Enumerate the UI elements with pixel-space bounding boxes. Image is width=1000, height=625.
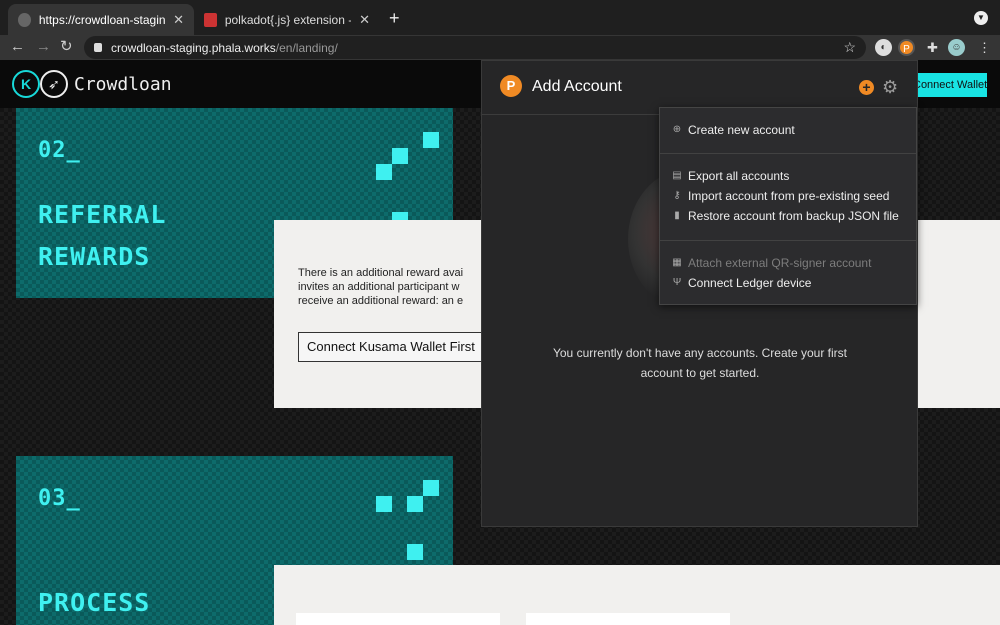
browser-toolbar: ← → ↻ crowdloan-staging.phala.works/en/l… <box>0 35 1000 60</box>
tab-crowdloan[interactable]: https://crowdloan-staging.phala ✕ <box>8 4 194 35</box>
browser-tab-bar: https://crowdloan-staging.phala ✕ polkad… <box>0 0 1000 35</box>
menu-attach-qr: ▦ Attach external QR-signer account <box>672 256 872 270</box>
gear-icon[interactable]: ⚙ <box>882 77 898 98</box>
close-tab-icon[interactable]: ✕ <box>173 12 184 28</box>
menu-export-accounts[interactable]: ▤ Export all accounts <box>672 169 789 183</box>
file-icon: ▮ <box>674 210 680 221</box>
extension-favicon-icon <box>204 12 217 27</box>
process-panel <box>274 565 1000 625</box>
plus-circle-icon: ⊕ <box>672 124 682 135</box>
url-host: crowdloan-staging.phala.works <box>111 40 276 55</box>
puzzle-icon[interactable]: ✚ <box>924 39 941 56</box>
polkadot-extension-icon[interactable]: P <box>898 39 915 56</box>
section-title: REFERRAL <box>38 200 167 229</box>
new-tab-button[interactable]: + <box>389 9 400 27</box>
empty-accounts-message: You currently don't have any accounts. C… <box>552 346 847 380</box>
pixel-decoration <box>423 480 439 496</box>
pixel-decoration <box>407 496 423 512</box>
pixel-decoration <box>407 544 423 560</box>
extension-icon[interactable]: ◐ <box>875 39 892 56</box>
menu-restore-json[interactable]: ▮ Restore account from backup JSON file <box>672 209 899 223</box>
section-number: 03_ <box>38 486 81 511</box>
globe-icon <box>18 12 31 27</box>
polkadot-logo-icon: P <box>500 75 522 97</box>
section-title: REWARDS <box>38 242 151 271</box>
section-title: PROCESS <box>38 588 151 617</box>
menu-connect-ledger[interactable]: Ψ Connect Ledger device <box>672 276 812 290</box>
tab-title: polkadot{.js} extension - Chrom <box>224 12 351 27</box>
process-step-box <box>296 613 500 625</box>
export-icon: ▤ <box>672 170 682 181</box>
khala-logo-icon: K <box>12 70 40 98</box>
reload-icon[interactable]: ↻ <box>60 38 73 56</box>
avatar[interactable]: ☺ <box>948 39 965 56</box>
connect-kusama-button[interactable]: Connect Kusama Wallet First <box>298 332 488 362</box>
add-account-menu: ⊕ Create new account ▤ Export all accoun… <box>659 107 917 305</box>
bookmark-star-icon[interactable]: ☆ <box>843 39 856 56</box>
back-icon[interactable]: ← <box>10 38 25 56</box>
section-number: 02_ <box>38 138 81 163</box>
tab-polkadot-extension[interactable]: polkadot{.js} extension - Chrom ✕ <box>194 4 380 35</box>
pixel-decoration <box>392 148 408 164</box>
close-tab-icon[interactable]: ✕ <box>359 12 370 28</box>
process-step-box <box>526 613 730 625</box>
menu-divider <box>660 153 916 154</box>
add-account-icon[interactable]: + <box>859 80 874 95</box>
menu-divider <box>660 240 916 241</box>
popup-title: Add Account <box>532 78 622 95</box>
brand-name: Crowdloan <box>74 74 172 95</box>
pixel-decoration <box>423 132 439 148</box>
pixel-decoration <box>376 164 392 180</box>
chevron-down-icon[interactable]: ▼ <box>974 11 988 25</box>
menu-create-account[interactable]: ⊕ Create new account <box>672 123 795 137</box>
usb-icon: Ψ <box>672 277 682 288</box>
qrcode-icon: ▦ <box>672 257 682 268</box>
bird-logo-icon: ➶ <box>40 70 68 98</box>
pixel-decoration <box>376 496 392 512</box>
url-path: /en/landing/ <box>275 40 338 55</box>
address-bar[interactable]: crowdloan-staging.phala.works/en/landing… <box>84 36 866 59</box>
lock-icon <box>94 43 102 52</box>
tab-title: https://crowdloan-staging.phala <box>38 12 166 27</box>
forward-icon[interactable]: → <box>36 38 51 56</box>
referral-description: There is an additional reward avai invit… <box>298 267 464 307</box>
more-menu-icon[interactable]: ⋮ <box>976 39 993 56</box>
key-icon: ⚷ <box>673 190 681 201</box>
menu-import-seed[interactable]: ⚷ Import account from pre-existing seed <box>672 189 889 203</box>
